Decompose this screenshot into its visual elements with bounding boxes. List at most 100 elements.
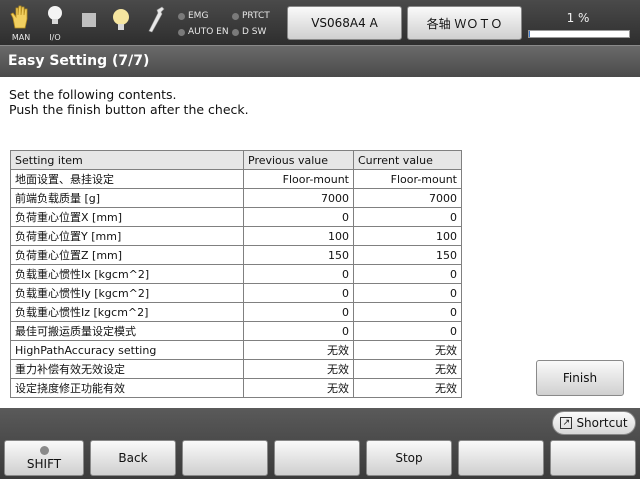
cell-current-value: 0 [353,302,462,322]
cell-setting-item: 前端负载质量 [g] [10,188,244,208]
wrench-icon[interactable] [142,4,172,42]
lightbulb-icon[interactable]: I/O [40,4,70,42]
cell-setting-item: 地面设置、悬挂设定 [10,169,244,189]
header-current-value: Current value [353,150,462,170]
stop-key[interactable]: Stop [366,440,452,476]
header-previous-value: Previous value [243,150,354,170]
top-status-bar: MAN I/O EMG PRTCT AUTO EN D SW VS068A4 A… [0,0,640,45]
stop-square-graphic [82,13,96,27]
cell-current-value: 0 [353,321,462,341]
table-row: 前端负载质量 [g] 7000 7000 [10,188,462,208]
header-setting-item: Setting item [10,150,244,170]
prtct-label: PRTCT [242,11,270,21]
stop-square-icon [74,4,104,42]
instruction-line-2: Push the finish button after the check. [9,102,249,117]
function-key-4[interactable] [274,440,360,476]
cell-previous-value: 无效 [243,359,354,379]
shift-led-icon [39,445,49,455]
cell-current-value: 7000 [353,188,462,208]
dsw-dot [232,28,239,36]
cell-current-value: 100 [353,226,462,246]
mode-label: MAN [11,33,31,42]
robot-model-button[interactable]: VS068A4 A [287,6,402,40]
cell-current-value: 0 [353,264,462,284]
io-label: I/O [49,33,61,42]
cell-setting-item: 负荷重心位置X [mm] [10,207,244,227]
progress-text: 1 % [566,11,590,25]
settings-table: Setting item Previous value Current valu… [10,150,462,398]
cell-previous-value: 7000 [243,188,354,208]
cell-previous-value: 0 [243,283,354,303]
cell-setting-item: 负荷重心位置Z [mm] [10,245,244,265]
shortcut-label: Shortcut [576,416,628,430]
dsw-label: D SW [242,27,267,37]
cell-setting-item: 负载重心惯性Iy [kgcm^2] [10,283,244,303]
function-key-6[interactable] [458,440,544,476]
function-key-7[interactable] [550,440,636,476]
cell-current-value: 无效 [353,378,462,398]
main-content: Set the following contents. Push the fin… [0,77,640,408]
cell-current-value: 150 [353,245,462,265]
shortcut-button[interactable]: ↗ Shortcut [552,411,636,435]
shift-label: SHIFT [26,456,62,471]
cell-current-value: 无效 [353,359,462,379]
shortcut-arrow-icon: ↗ [560,417,573,429]
cell-setting-item: 设定挠度修正功能有效 [10,378,244,398]
finish-button[interactable]: Finish [536,360,624,396]
table-row: HighPathAccuracy setting 无效 无效 [10,340,462,360]
cell-previous-value: 0 [243,302,354,322]
dsw-indicator: D SW [232,27,266,37]
cell-setting-item: 重力补偿有效无效设定 [10,359,244,379]
cell-current-value: 无效 [353,340,462,360]
progress-fill [529,31,530,37]
cell-setting-item: HighPathAccuracy setting [10,340,244,360]
lamp-icon-graphic [113,9,129,30]
table-row: 地面设置、悬挂设定 Floor-mount Floor-mount [10,169,462,189]
instructions: Set the following contents. Push the fin… [9,87,249,117]
emg-dot [178,12,185,20]
axis-mode-button[interactable]: 各轴 ＷＯＴＯ [407,6,522,40]
progress-bar [528,30,630,38]
prtct-indicator: PRTCT [232,11,270,21]
page-title: Easy Setting (7/7) [8,53,150,69]
cell-setting-item: 负载重心惯性Iz [kgcm^2] [10,302,244,322]
cell-current-value: 0 [353,207,462,227]
cell-previous-value: 100 [243,226,354,246]
table-row: 重力补偿有效无效设定 无效 无效 [10,359,462,379]
lamp-icon [106,4,136,42]
cell-previous-value: Floor-mount [243,169,354,189]
emg-label: EMG [188,11,209,21]
prtct-dot [232,12,239,20]
hand-icon[interactable]: MAN [6,4,36,42]
cell-previous-value: 0 [243,264,354,284]
cell-current-value: 0 [353,283,462,303]
title-bar: Easy Setting (7/7) [0,45,640,77]
cell-setting-item: 最佳可搬运质量设定模式 [10,321,244,341]
table-row: 设定挠度修正功能有效 无效 无效 [10,378,462,398]
bottom-function-bar: ↗ Shortcut SHIFT Back Stop [0,408,640,479]
function-key-3[interactable] [182,440,268,476]
table-row: 负载重心惯性Iy [kgcm^2] 0 0 [10,283,462,303]
table-row: 负荷重心位置X [mm] 0 0 [10,207,462,227]
cell-previous-value: 0 [243,321,354,341]
cell-setting-item: 负载重心惯性Ix [kgcm^2] [10,264,244,284]
table-row: 负荷重心位置Z [mm] 150 150 [10,245,462,265]
cell-previous-value: 0 [243,207,354,227]
emg-indicator: EMG [178,11,208,21]
table-row: 最佳可搬运质量设定模式 0 0 [10,321,462,341]
auto-en-indicator: AUTO EN [178,27,229,37]
hand-icon-graphic [10,5,28,29]
table-row: 负载重心惯性Ix [kgcm^2] 0 0 [10,264,462,284]
cell-previous-value: 无效 [243,378,354,398]
cell-previous-value: 无效 [243,340,354,360]
table-header-row: Setting item Previous value Current valu… [10,150,462,170]
auto-en-dot [178,28,185,36]
wrench-icon-graphic [148,6,165,33]
table-row: 负荷重心位置Y [mm] 100 100 [10,226,462,246]
table-row: 负载重心惯性Iz [kgcm^2] 0 0 [10,302,462,322]
cell-current-value: Floor-mount [353,169,462,189]
lightbulb-icon-graphic [48,6,62,24]
instruction-line-1: Set the following contents. [9,87,177,102]
shift-key[interactable]: SHIFT [4,440,84,476]
back-key[interactable]: Back [90,440,176,476]
